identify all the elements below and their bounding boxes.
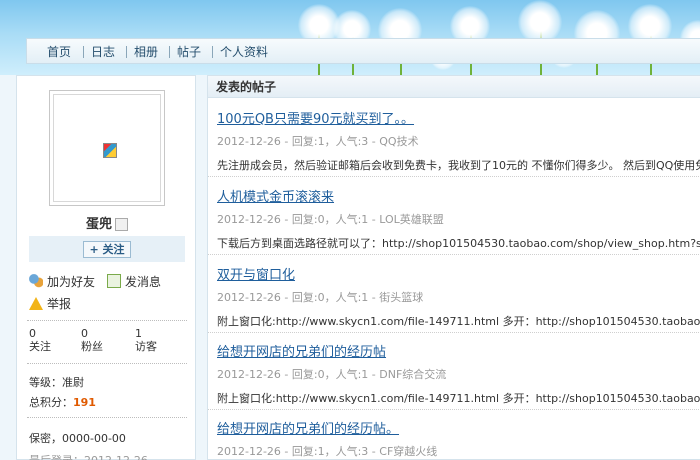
profile-sidebar: 蛋兜 + 关注 加为好友 发消息 举报 0 关注 0 粉丝 1 访客 等级：准尉… (16, 75, 196, 460)
nav-divider (169, 46, 170, 58)
add-friend-icon (29, 274, 43, 288)
follow-area: + 关注 (29, 236, 185, 262)
privacy-row: 保密，0000-00-00 (29, 432, 126, 445)
follow-button[interactable]: + 关注 (83, 241, 131, 258)
nav-home[interactable]: 首页 (47, 43, 71, 60)
level-row: 等级：准尉 (29, 376, 84, 389)
warning-icon (29, 297, 43, 310)
user-level-icon (115, 218, 128, 231)
post-item: 给想开网店的兄弟们的经历帖 2012-12-26 - 回复:0，人气:1 - D… (217, 341, 700, 406)
divider (27, 320, 187, 321)
username-text: 蛋兜 (85, 217, 112, 232)
last-login-row: 最后登录：2012-12-26 (29, 452, 148, 460)
post-excerpt: 下载后方到桌面选路径就可以了：http://shop101504530.taob… (217, 237, 700, 250)
post-divider (208, 409, 700, 410)
report-link[interactable]: 举报 (29, 295, 71, 312)
level-value: 准尉 (62, 376, 84, 389)
nav-profile[interactable]: 个人资料 (220, 43, 268, 60)
post-meta: 2012-12-26 - 回复:1，人气:3 - QQ技术 (217, 135, 419, 148)
broken-image-icon (103, 143, 117, 158)
avatar[interactable] (49, 90, 165, 206)
nav-divider (83, 46, 84, 58)
post-meta: 2012-12-26 - 回复:1，人气:3 - CF穿越火线 (217, 445, 438, 458)
post-item: 给想开网店的兄弟们的经历帖。 2012-12-26 - 回复:1，人气:3 - … (217, 418, 697, 459)
stat-fans[interactable]: 0 粉丝 (81, 327, 103, 353)
stat-visitors[interactable]: 1 访客 (135, 327, 157, 353)
post-title-link[interactable]: 给想开网店的兄弟们的经历帖。 (217, 418, 697, 437)
post-divider (208, 176, 700, 177)
post-item: 100元QB只需要90元就买到了。。 2012-12-26 - 回复:1，人气:… (217, 108, 700, 173)
post-excerpt: 附上窗口化:http://www.skycn1.com/file-149711.… (217, 392, 700, 405)
username: 蛋兜 (17, 213, 197, 232)
nav-divider (212, 46, 213, 58)
post-title-link[interactable]: 人机模式金币滚滚来 (217, 186, 697, 205)
nav-divider (126, 46, 127, 58)
stat-following[interactable]: 0 关注 (29, 327, 51, 353)
post-meta: 2012-12-26 - 回复:0，人气:1 - 街头篮球 (217, 291, 424, 304)
message-icon (107, 274, 121, 288)
nav-album[interactable]: 相册 (134, 43, 158, 60)
divider (27, 417, 187, 418)
nav-posts[interactable]: 帖子 (177, 43, 201, 60)
posts-panel: 发表的帖子 100元QB只需要90元就买到了。。 2012-12-26 - 回复… (207, 75, 700, 460)
nav-blog[interactable]: 日志 (91, 43, 115, 60)
score-value: 191 (73, 396, 96, 409)
send-message-link[interactable]: 发消息 (107, 273, 161, 290)
post-meta: 2012-12-26 - 回复:0，人气:1 - DNF综合交流 (217, 368, 447, 381)
post-divider (208, 332, 700, 333)
post-divider (208, 254, 700, 255)
post-title-link[interactable]: 给想开网店的兄弟们的经历帖 (217, 341, 697, 360)
profile-nav: 首页 日志 相册 帖子 个人资料 (26, 38, 700, 64)
add-friend-link[interactable]: 加为好友 (29, 273, 95, 290)
post-title-link[interactable]: 100元QB只需要90元就买到了。。 (217, 108, 697, 127)
post-meta: 2012-12-26 - 回复:0，人气:1 - LOL英雄联盟 (217, 213, 444, 226)
post-excerpt: 先注册成会员，然后验证邮箱后会收到免费卡，我收到了10元的 不懂你们得多少。 然… (217, 159, 700, 172)
post-excerpt: 附上窗口化:http://www.skycn1.com/file-149711.… (217, 315, 700, 328)
post-item: 人机模式金币滚滚来 2012-12-26 - 回复:0，人气:1 - LOL英雄… (217, 186, 700, 251)
score-row: 总积分：191 (29, 396, 96, 409)
post-title-link[interactable]: 双开与窗口化 (217, 264, 697, 283)
divider (27, 363, 187, 364)
post-item: 双开与窗口化 2012-12-26 - 回复:0，人气:1 - 街头篮球 附上窗… (217, 264, 700, 329)
panel-heading: 发表的帖子 (208, 76, 700, 98)
